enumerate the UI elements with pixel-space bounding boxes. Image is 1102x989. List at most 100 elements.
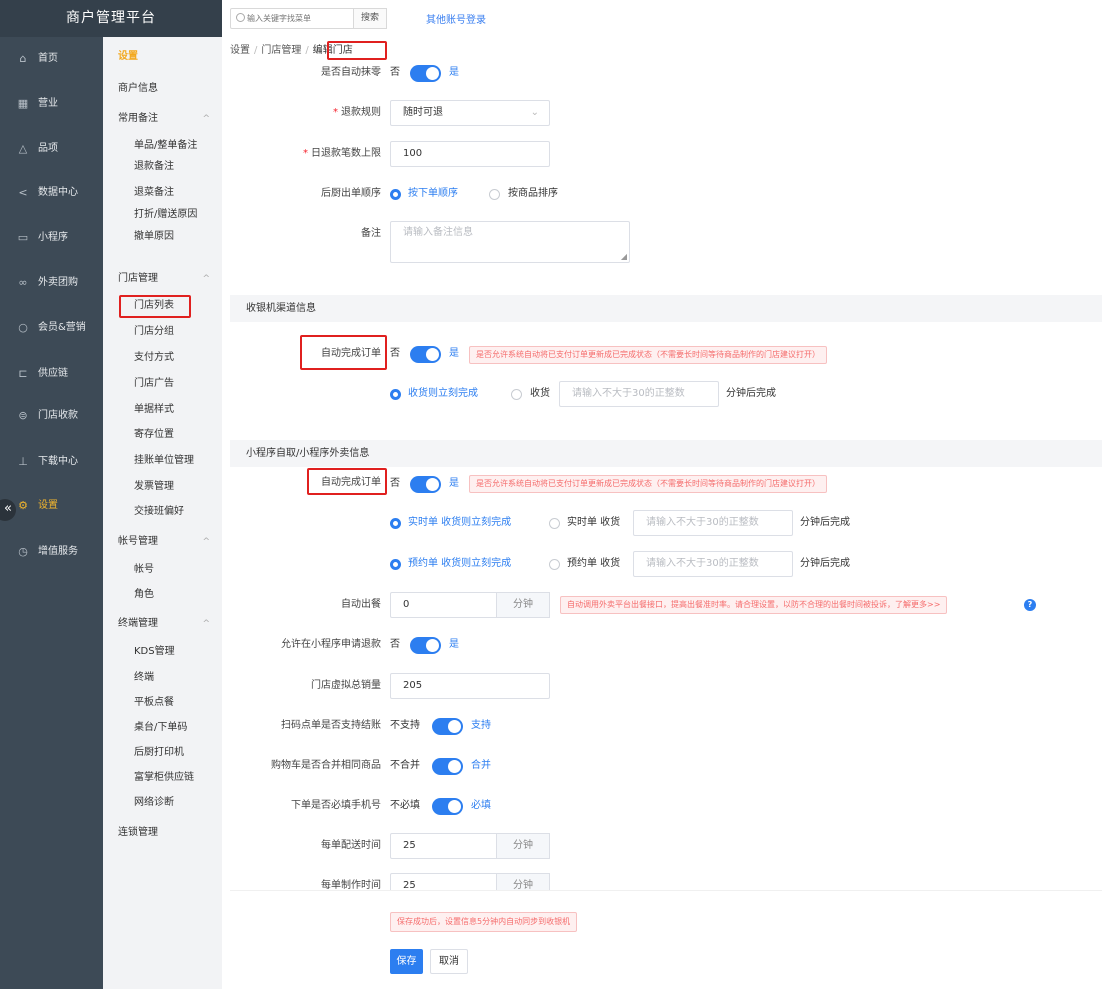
- subnav-item[interactable]: 富掌柜供应链: [103, 768, 222, 788]
- subnav-item[interactable]: 交接班偏好: [103, 502, 222, 522]
- nav-item-2[interactable]: △ 品项: [0, 138, 103, 160]
- subnav-item[interactable]: 门店广告: [103, 374, 222, 394]
- subnav-group[interactable]: 帐号管理 ^: [103, 532, 222, 552]
- nav-item-label: 外卖团购: [38, 277, 78, 288]
- cancel-button[interactable]: 取消: [430, 949, 468, 974]
- chevron-down-icon: ⌄: [530, 107, 539, 118]
- realtime-minutes-input[interactable]: 请输入不大于30的正整数: [633, 510, 793, 536]
- subnav-item[interactable]: 撤单原因: [103, 227, 222, 247]
- food-icon: △: [18, 142, 28, 155]
- realtime-immediate-radio[interactable]: [390, 518, 401, 529]
- cashier-complete-immediately-radio[interactable]: [390, 389, 401, 400]
- subnav-label: 单品/整单备注: [134, 140, 198, 151]
- download-icon: ⊥: [18, 455, 28, 468]
- delivery-time-label: 每单配送时间: [321, 840, 381, 851]
- subnav-label: 角色: [134, 589, 154, 600]
- allow-refund-toggle[interactable]: [410, 637, 441, 654]
- help-icon[interactable]: ?: [1024, 599, 1036, 611]
- subnav-item[interactable]: KDS管理: [103, 642, 222, 662]
- nav-item-1[interactable]: ▦ 营业: [0, 93, 103, 115]
- require-phone-toggle[interactable]: [432, 798, 463, 815]
- reservation-after-radio[interactable]: [549, 559, 560, 570]
- subnav-item[interactable]: 平板点餐: [103, 693, 222, 713]
- subnav-item[interactable]: 门店分组: [103, 322, 222, 342]
- subnav-item[interactable]: 网络诊断: [103, 793, 222, 813]
- nav-item-5[interactable]: ∞ 外卖团购: [0, 272, 103, 294]
- nav-item-7[interactable]: ⊏ 供应链: [0, 363, 103, 385]
- delivery-time-input[interactable]: 25 分钟: [390, 833, 550, 859]
- cashier-section-header: 收银机渠道信息: [230, 295, 1102, 322]
- reservation-minutes-input[interactable]: 请输入不大于30的正整数: [633, 551, 793, 577]
- virtual-sales-input[interactable]: 205: [390, 673, 550, 699]
- nav-item-label: 数据中心: [38, 187, 78, 198]
- realtime-after-radio[interactable]: [549, 518, 560, 529]
- subnav-item[interactable]: 发票管理: [103, 477, 222, 497]
- subnav-chain-management[interactable]: 连锁管理: [103, 823, 222, 843]
- nav-item-9[interactable]: ⊥ 下载中心: [0, 451, 103, 473]
- nav-item-label: 小程序: [38, 232, 68, 243]
- nav-item-4[interactable]: ▭ 小程序: [0, 227, 103, 249]
- cashier-complete-minutes-input[interactable]: 请输入不大于30的正整数: [559, 381, 719, 407]
- allow-refund-off-text: 否: [390, 639, 400, 650]
- subnav-item[interactable]: 单品/整单备注: [103, 136, 222, 156]
- subnav-item[interactable]: 后厨打印机: [103, 743, 222, 763]
- miniapp-auto-complete-toggle[interactable]: [410, 476, 441, 493]
- cashier-auto-complete-toggle[interactable]: [410, 346, 441, 363]
- auto-meal-unit: 分钟: [496, 592, 550, 618]
- merge-cart-toggle[interactable]: [432, 758, 463, 775]
- nav-item-11[interactable]: ◷ 增值服务: [0, 541, 103, 563]
- subnav-merchant-info[interactable]: 商户信息: [103, 79, 222, 99]
- cashier-complete-after-radio[interactable]: [511, 389, 522, 400]
- kitchen-order-by-item-radio[interactable]: [489, 189, 500, 200]
- highlight-miniapp-auto-complete: [307, 468, 387, 495]
- merge-cart-off-text: 不合并: [390, 760, 420, 771]
- subnav-item[interactable]: 支付方式: [103, 348, 222, 368]
- subnav-item[interactable]: 桌台/下单码: [103, 718, 222, 738]
- subnav-group[interactable]: 常用备注 ^: [103, 109, 222, 129]
- subnav-item[interactable]: 单据样式: [103, 400, 222, 420]
- subnav-item[interactable]: 寄存位置: [103, 425, 222, 445]
- subnav-item[interactable]: 帐号: [103, 560, 222, 580]
- nav-item-6[interactable]: ○ 会员&营销: [0, 317, 103, 339]
- search-button[interactable]: 搜索: [353, 8, 387, 29]
- collapse-sidebar-button[interactable]: «: [0, 499, 16, 521]
- subnav-label: 支付方式: [134, 352, 174, 363]
- auto-meal-input[interactable]: 0 分钟: [390, 592, 550, 618]
- save-button[interactable]: 保存: [390, 949, 423, 974]
- form-footer: 保存成功后，设置信息5分钟内自动同步到收银机 保存 取消: [230, 890, 1102, 989]
- nav-item-0[interactable]: ⌂ 首页: [0, 48, 103, 70]
- nav-item-3[interactable]: < 数据中心: [0, 182, 103, 204]
- daily-refund-limit-input[interactable]: 100: [390, 141, 550, 167]
- refund-rule-select[interactable]: 随时可退 ⌄: [390, 100, 550, 126]
- subnav-group[interactable]: 终端管理 ^: [103, 614, 222, 634]
- cashier-complete-after-text: 收货: [530, 388, 550, 399]
- nav-item-label: 会员&营销: [38, 322, 86, 333]
- miniapp-section-header: 小程序自取/小程序外卖信息: [230, 440, 1102, 467]
- subnav-group[interactable]: 门店管理 ^: [103, 269, 222, 289]
- subnav-item[interactable]: 打折/赠送原因: [103, 205, 222, 225]
- breadcrumb-store-management[interactable]: 门店管理: [261, 45, 301, 56]
- subnav-label: 终端: [134, 672, 154, 683]
- auto-zero-off-text: 否: [390, 67, 400, 78]
- subnav-item[interactable]: 退款备注: [103, 157, 222, 177]
- gear-icon: ⚙: [18, 499, 28, 512]
- subnav-item[interactable]: 挂账单位管理: [103, 451, 222, 471]
- miniapp-auto-complete-off-text: 否: [390, 478, 400, 489]
- breadcrumb-settings[interactable]: 设置: [230, 45, 250, 56]
- subnav-item[interactable]: 退菜备注: [103, 183, 222, 203]
- remark-textarea[interactable]: 请输入备注信息 ◢: [390, 221, 630, 263]
- miniapp-auto-complete-tip: 是否允许系统自动将已支付订单更新成已完成状态（不需要长时间等待商品制作的门店建议…: [469, 475, 827, 493]
- top-bar: 搜索 其他账号登录: [222, 0, 1102, 37]
- subnav-item[interactable]: 终端: [103, 668, 222, 688]
- other-account-login-link[interactable]: 其他账号登录: [426, 11, 486, 26]
- home-icon: ⌂: [19, 52, 27, 65]
- kitchen-order-by-time-radio[interactable]: [390, 189, 401, 200]
- scan-checkout-toggle[interactable]: [432, 718, 463, 735]
- subnav-item[interactable]: 角色: [103, 585, 222, 605]
- auto-zero-toggle[interactable]: [410, 65, 441, 82]
- subnav-label: 商户信息: [118, 83, 158, 94]
- subnav-label: 门店分组: [134, 326, 174, 337]
- menu-search-input[interactable]: [231, 9, 353, 28]
- nav-item-8[interactable]: ⊜ 门店收款: [0, 405, 103, 427]
- reservation-immediate-radio[interactable]: [390, 559, 401, 570]
